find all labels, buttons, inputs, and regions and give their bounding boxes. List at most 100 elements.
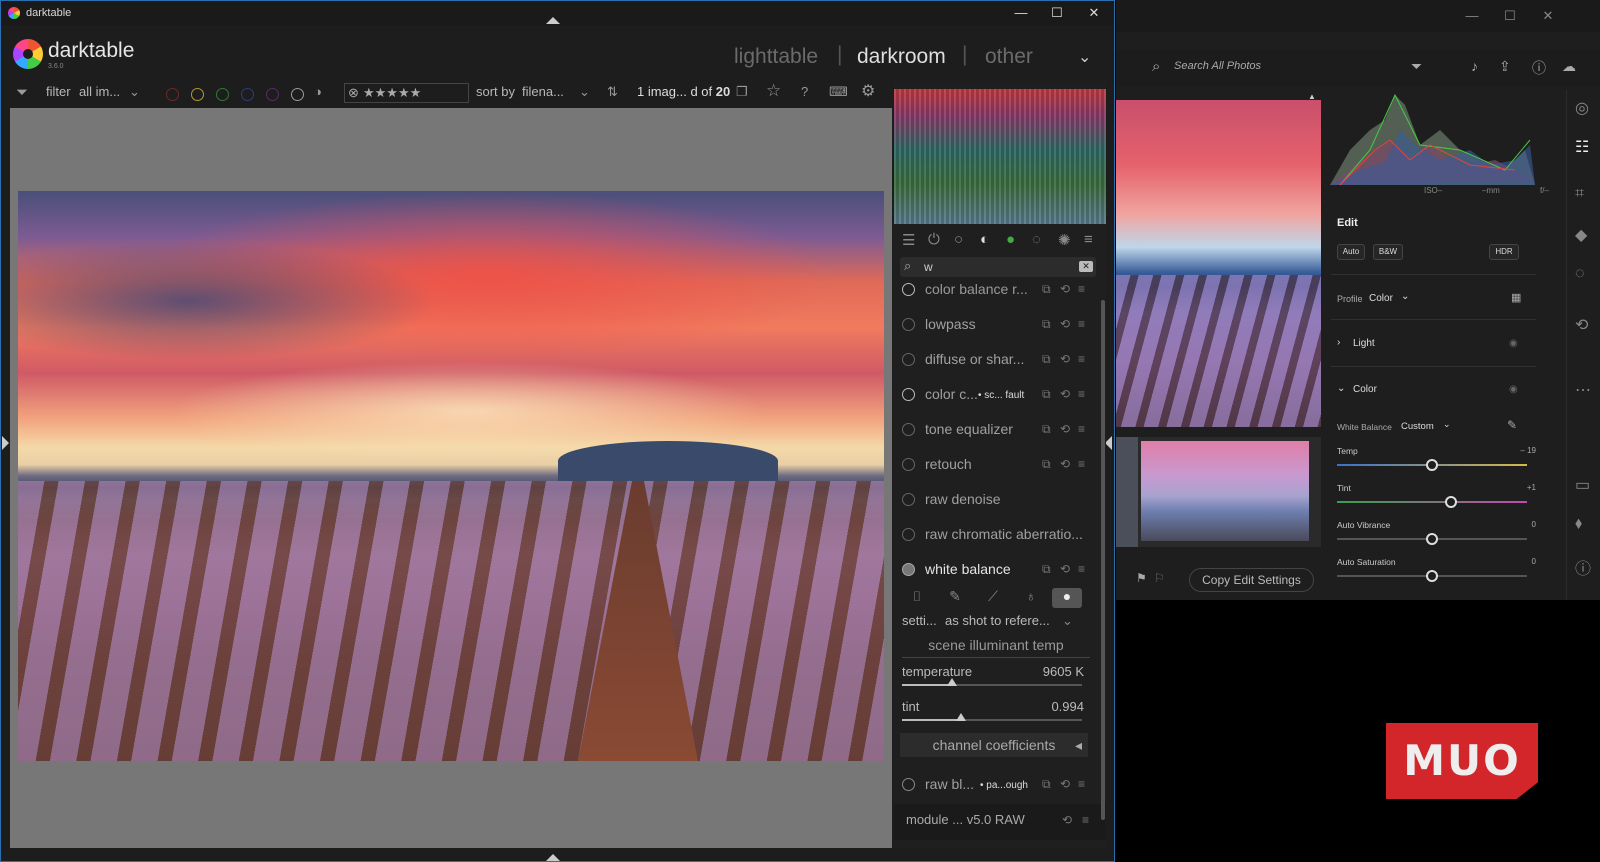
reject-icon[interactable]: ⊗	[348, 85, 359, 101]
multi-instance-icon[interactable]: ⧉	[1042, 777, 1051, 792]
filter-dropdown[interactable]: all im...	[79, 84, 120, 99]
bw-button[interactable]: B&W	[1373, 244, 1403, 260]
label-none-icon[interactable]	[291, 88, 304, 101]
info-icon[interactable]: ⓘ	[1575, 555, 1591, 579]
masking-icon[interactable]: ◌	[1575, 265, 1585, 283]
power-icon[interactable]	[902, 318, 915, 331]
multi-instance-icon[interactable]: ⧉	[1042, 387, 1051, 402]
tab-lighttable[interactable]: lighttable	[734, 45, 818, 69]
power-icon[interactable]	[902, 493, 915, 506]
module-raw-black-white-point[interactable]: raw bl... • pa...ough ⧉ ⟲ ≡	[894, 771, 1094, 803]
bell-icon[interactable]: ♪	[1471, 58, 1478, 74]
profile-dropdown[interactable]: Color	[1369, 293, 1393, 304]
filmstrip-thumbnail[interactable]	[1141, 441, 1309, 541]
eye-icon[interactable]: ◉	[1509, 338, 1518, 349]
power-icon[interactable]	[902, 528, 915, 541]
color-section[interactable]: Color	[1353, 384, 1377, 395]
maximize-button[interactable]: ☐	[1492, 7, 1528, 25]
flag-icon[interactable]: ⚑	[1136, 571, 1147, 585]
module-raw-chromatic-aberrations[interactable]: raw chromatic aberratio...	[894, 521, 1094, 553]
reset-icon[interactable]: ⟲	[1060, 562, 1070, 576]
reset-icon[interactable]: ⟲	[1060, 777, 1070, 791]
power-icon[interactable]	[902, 778, 915, 791]
eyedropper-icon[interactable]: ✎	[1507, 418, 1517, 432]
search-input[interactable]: Search All Photos	[1174, 60, 1261, 72]
filter-funnel-icon[interactable]: ⏷	[16, 84, 28, 101]
presets-icon[interactable]: ≡	[1078, 422, 1085, 436]
chevron-down-icon[interactable]: ⌄	[1337, 383, 1345, 394]
presets-icon[interactable]: ≡	[1078, 352, 1085, 366]
color-group-icon[interactable]: ●	[1006, 231, 1015, 248]
lavender-field-photo[interactable]	[18, 191, 884, 761]
camera-icon[interactable]: ⌷	[902, 588, 932, 608]
minimize-button[interactable]: —	[1003, 4, 1039, 22]
blue-label-icon[interactable]	[241, 88, 254, 101]
sparkle-icon[interactable]: ◎	[1575, 98, 1589, 118]
channel-coefficients-section[interactable]: channel coefficients ◂	[900, 733, 1088, 757]
light-section[interactable]: Light	[1353, 338, 1375, 349]
image-canvas[interactable]	[10, 108, 892, 848]
module-lowpass[interactable]: lowpass ⧉ ⟲ ≡	[894, 311, 1094, 343]
chevron-down-icon[interactable]: ⌄	[1062, 613, 1073, 629]
presets-icon[interactable]: ≡	[1078, 457, 1085, 471]
reset-icon[interactable]: ⟲	[1060, 282, 1070, 296]
label-combine-icon[interactable]: ◑	[314, 84, 322, 99]
tab-other[interactable]: other	[985, 45, 1033, 69]
presets-menu-icon[interactable]: ≡	[1084, 231, 1093, 248]
power-icon[interactable]	[902, 423, 915, 436]
auto-button[interactable]: Auto	[1337, 244, 1365, 260]
sort-order-icon[interactable]: ⇅	[607, 84, 618, 100]
tab-darkroom[interactable]: darkroom	[857, 45, 946, 69]
module-white-balance[interactable]: white balance ⧉ ⟲ ≡	[894, 556, 1094, 588]
temp-slider[interactable]	[1337, 459, 1527, 471]
wb-settings-dropdown[interactable]: as shot to refere...	[945, 613, 1050, 628]
user-modified-icon[interactable]: ⟋	[978, 588, 1008, 608]
chevron-down-icon[interactable]: ⌄	[129, 84, 140, 100]
reset-icon[interactable]: ⟲	[1060, 317, 1070, 331]
module-retouch[interactable]: retouch ⧉ ⟲ ≡	[894, 451, 1094, 483]
sort-dropdown[interactable]: filena...	[522, 84, 564, 99]
bottom-panel-expand-icon[interactable]	[546, 854, 560, 861]
collapse-left-icon[interactable]: ◂	[1075, 733, 1082, 757]
reset-icon[interactable]: ⟲	[1062, 813, 1072, 827]
multi-instance-icon[interactable]: ⧉	[1042, 282, 1051, 297]
auto-vibrance-slider-knob[interactable]	[1426, 533, 1438, 545]
reset-icon[interactable]: ⟲	[1060, 387, 1070, 401]
chevron-down-icon[interactable]: ⌄	[1443, 419, 1451, 430]
power-icon[interactable]	[902, 283, 915, 296]
purple-label-icon[interactable]	[266, 88, 279, 101]
share-icon[interactable]: ⇪	[1499, 58, 1511, 75]
cloud-icon[interactable]: ☁	[1562, 58, 1576, 75]
presets-icon[interactable]: ≡	[1078, 562, 1085, 576]
presets-icon[interactable]: ≡	[1082, 813, 1089, 827]
wb-settings-row[interactable]: setti... as shot to refere... ⌄	[902, 613, 1090, 628]
eye-icon[interactable]: ◉	[1509, 384, 1518, 395]
top-panel-collapse-icon[interactable]	[546, 17, 560, 24]
tag-icon[interactable]: ⬧	[1575, 515, 1582, 533]
module-panel-scrollbar[interactable]	[1101, 300, 1105, 820]
left-panel-expand-icon[interactable]	[2, 436, 9, 450]
keyboard-icon[interactable]: ⌨	[829, 84, 848, 100]
copy-edit-settings-button[interactable]: Copy Edit Settings	[1189, 568, 1314, 592]
power-icon[interactable]	[902, 563, 915, 576]
star-icon[interactable]: ☆	[766, 81, 781, 101]
chevron-down-icon[interactable]: ⌄	[1078, 47, 1091, 67]
power-icon[interactable]	[902, 458, 915, 471]
red-label-icon[interactable]	[166, 88, 179, 101]
tint-slider[interactable]	[902, 713, 1082, 721]
auto-saturation-slider-knob[interactable]	[1426, 570, 1438, 582]
more-icon[interactable]: ⋯	[1575, 380, 1591, 400]
eyedropper-icon[interactable]: ✎	[940, 588, 970, 608]
tone-group-icon[interactable]: ◐	[980, 231, 989, 248]
reset-icon[interactable]: ⟲	[1060, 352, 1070, 366]
base-group-icon[interactable]: ○	[954, 231, 963, 248]
gear-icon[interactable]: ⚙	[861, 81, 875, 101]
help-icon[interactable]: ⓘ	[1532, 58, 1546, 78]
auto-saturation-slider[interactable]	[1337, 570, 1527, 582]
rating-stars[interactable]: ★★★★★	[363, 85, 421, 101]
rating-filter[interactable]: ⊗ ★★★★★	[344, 83, 469, 103]
crop-icon[interactable]: ⌗	[1575, 185, 1584, 203]
filter-icon[interactable]: ⏷	[1411, 58, 1422, 75]
image-window-icon[interactable]: ❐	[736, 84, 748, 100]
comment-icon[interactable]: ▭	[1575, 475, 1590, 495]
